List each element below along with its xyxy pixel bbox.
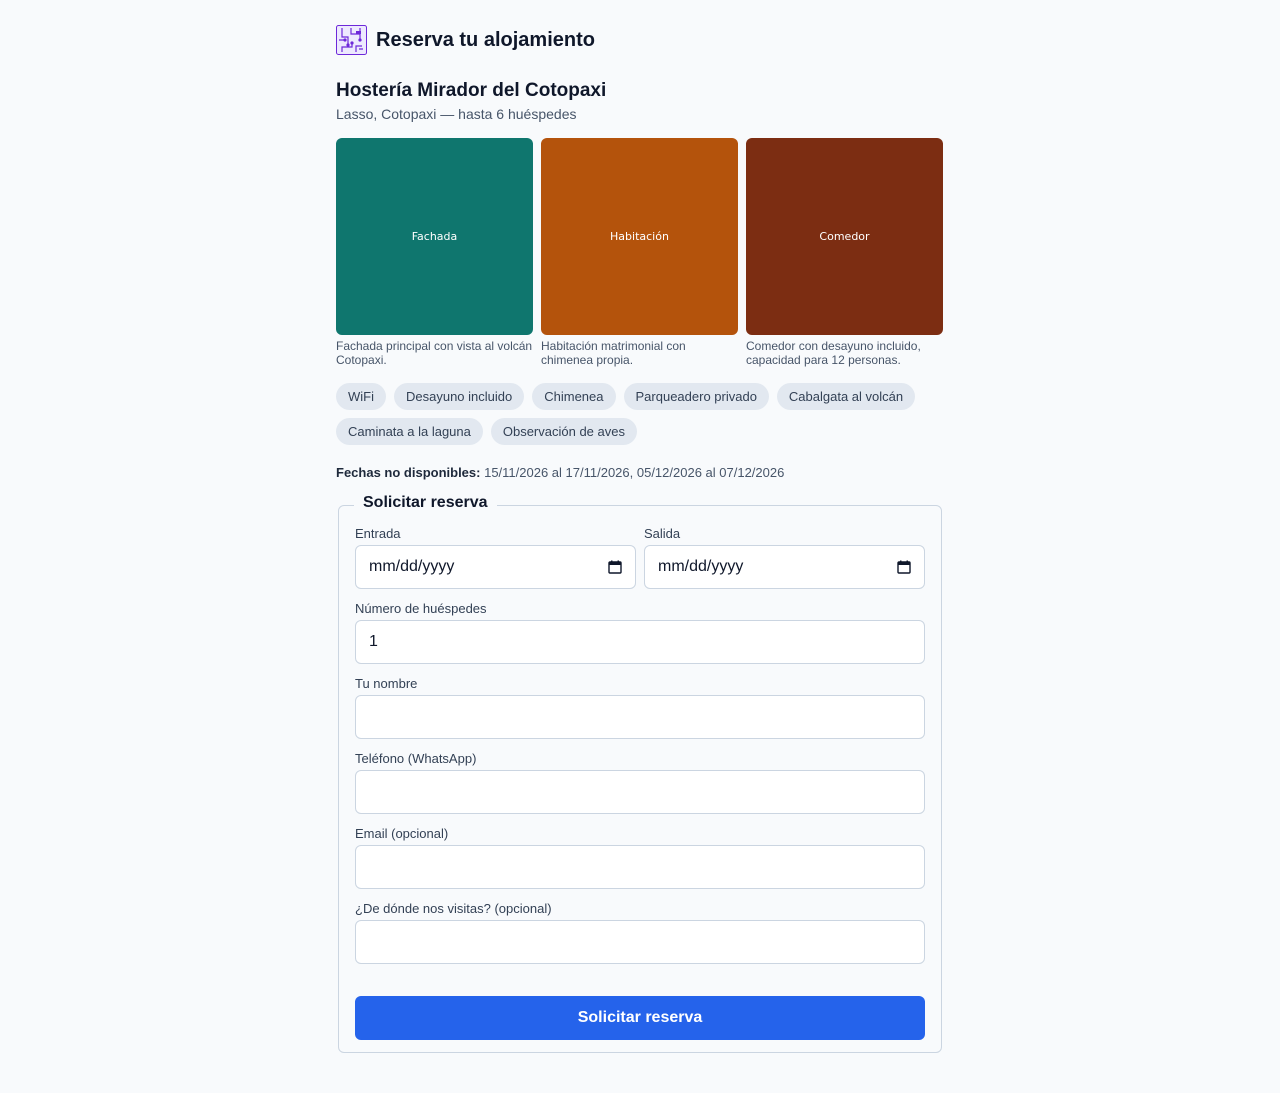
- gallery-item: Comedor Comedor con desayuno incluido, c…: [746, 138, 943, 367]
- checkin-label: Entrada: [355, 526, 401, 541]
- property-subtitle: Lasso, Cotopaxi — hasta 6 huéspedes: [336, 106, 577, 122]
- photo-habitacion[interactable]: Habitación: [541, 138, 738, 335]
- calendar-icon[interactable]: [897, 560, 911, 574]
- amenity-chip: Parqueadero privado: [623, 383, 769, 410]
- email-input[interactable]: [355, 845, 925, 889]
- photo-caption: Fachada principal con vista al volcán Co…: [336, 339, 533, 367]
- phone-input[interactable]: [355, 770, 925, 814]
- email-label: Email (opcional): [355, 826, 449, 841]
- gallery-item: Fachada Fachada principal con vista al v…: [336, 138, 533, 367]
- amenity-chip: Desayuno incluido: [394, 383, 525, 410]
- app-title: Reserva tu alojamiento: [376, 28, 595, 51]
- guests-input[interactable]: 1: [355, 620, 925, 664]
- amenity-chip: WiFi: [336, 383, 386, 410]
- checkin-value: mm/dd/yyyy: [369, 558, 455, 575]
- photo-gallery: Fachada Fachada principal con vista al v…: [336, 138, 944, 367]
- checkin-date-input[interactable]: mm/dd/yyyy: [355, 545, 636, 589]
- app-header: Reserva tu alojamiento: [336, 25, 595, 55]
- checkout-date-input[interactable]: mm/dd/yyyy: [644, 545, 925, 589]
- photo-fachada[interactable]: Fachada: [336, 138, 533, 335]
- photo-caption: Comedor con desayuno incluido, capacidad…: [746, 339, 921, 367]
- circuit-board-icon: [336, 25, 367, 55]
- unavailable-dates: Fechas no disponibles: 15/11/2026 al 17/…: [336, 465, 784, 480]
- photo-label: Habitación: [610, 230, 669, 243]
- checkout-label: Salida: [644, 526, 681, 541]
- form-legend: Solicitar reserva: [354, 494, 497, 512]
- gallery-item: Habitación Habitación matrimonial con ch…: [541, 138, 738, 367]
- amenity-chip: Observación de aves: [490, 418, 637, 445]
- amenities-list: WiFi Desayuno incluido Chimenea Parquead…: [336, 383, 944, 445]
- photo-label: Fachada: [411, 230, 458, 243]
- checkout-value: mm/dd/yyyy: [658, 558, 744, 575]
- submit-button[interactable]: Solicitar reserva: [355, 996, 925, 1040]
- property-name: Hostería Mirador del Cotopaxi: [336, 80, 607, 101]
- amenity-chip: Chimenea: [532, 383, 616, 410]
- origin-label: ¿De dónde nos visitas? (opcional): [355, 901, 552, 916]
- photo-caption: Habitación matrimonial con chimenea prop…: [541, 339, 686, 367]
- calendar-icon[interactable]: [608, 560, 622, 574]
- amenity-chip: Caminata a la laguna: [336, 418, 483, 445]
- unavailable-label: Fechas no disponibles:: [336, 465, 481, 480]
- unavailable-value: 15/11/2026 al 17/11/2026, 05/12/2026 al …: [484, 465, 785, 480]
- origin-input[interactable]: [355, 920, 925, 964]
- guests-value: 1: [369, 633, 378, 650]
- name-input[interactable]: [355, 695, 925, 739]
- guests-label: Número de huéspedes: [355, 601, 487, 616]
- amenity-chip: Cabalgata al volcán: [776, 383, 916, 410]
- name-label: Tu nombre: [355, 676, 418, 691]
- photo-comedor[interactable]: Comedor: [746, 138, 943, 335]
- phone-label: Teléfono (WhatsApp): [355, 751, 477, 766]
- photo-label: Comedor: [819, 230, 870, 243]
